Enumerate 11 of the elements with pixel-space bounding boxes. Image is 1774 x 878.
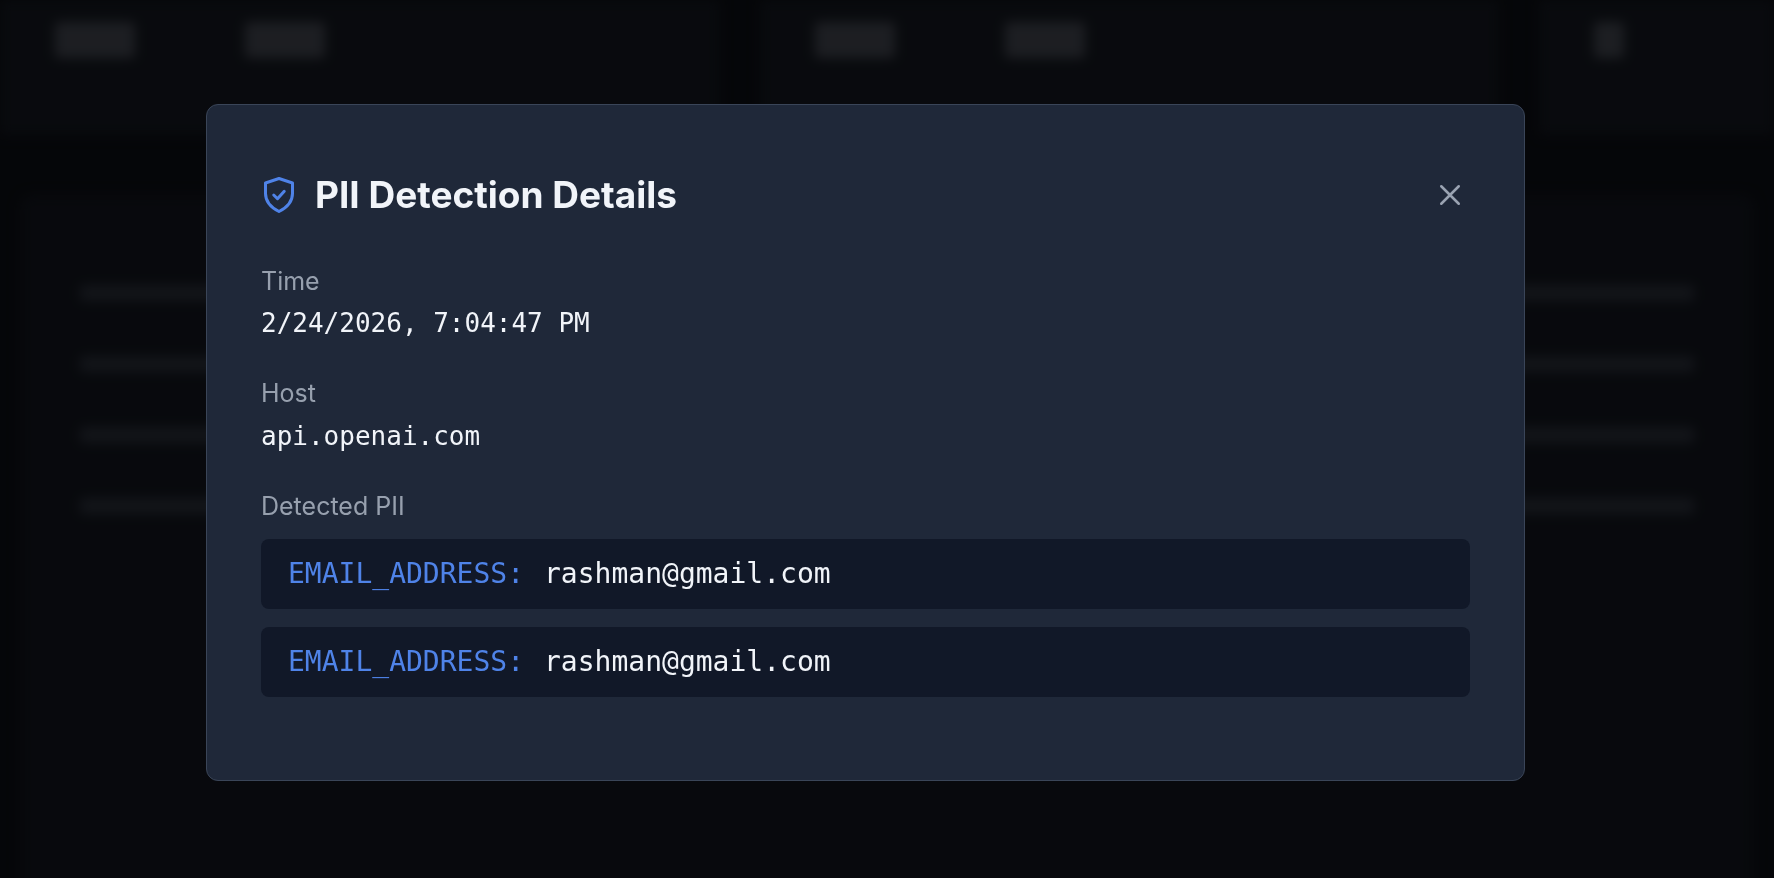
shield-check-icon bbox=[261, 174, 297, 215]
pii-type: EMAIL_ADDRESS: bbox=[288, 556, 524, 592]
dialog-title: PII Detection Details bbox=[315, 171, 678, 219]
field-label: Time bbox=[261, 264, 320, 298]
pii-value: rashman@gmail.com bbox=[544, 556, 831, 592]
field-value: api.openai.com bbox=[261, 419, 481, 453]
field-value: 2/24/2026, 7:04:47 PM bbox=[261, 307, 590, 340]
field-label: Host bbox=[261, 377, 316, 410]
pii-value: rashman@gmail.com bbox=[544, 644, 831, 680]
pii-type: EMAIL_ADDRESS: bbox=[288, 644, 524, 680]
section-label: Detected PII bbox=[261, 489, 405, 523]
